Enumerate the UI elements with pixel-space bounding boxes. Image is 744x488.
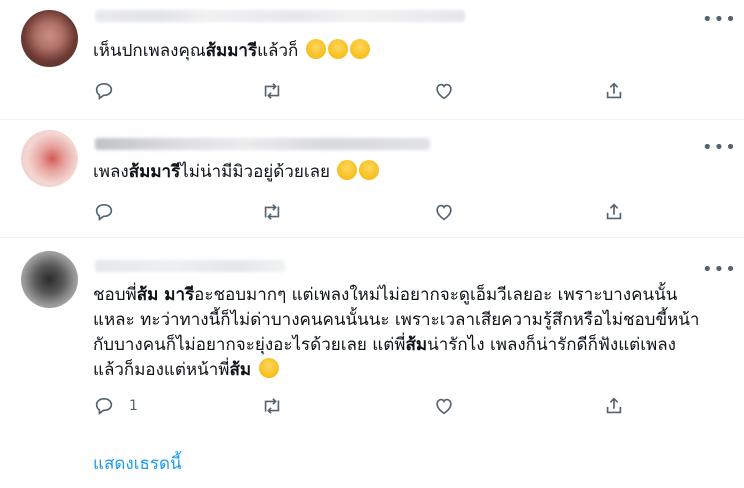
tweet-text-line: แล้วก็มองแต่หน้าพี่ส้ม	[93, 358, 733, 383]
heart-icon	[436, 398, 452, 415]
tweet-text: ชอบพี่ส้ม มารีอะชอบมากๆ แต่เพลงใหม่ไม่อย…	[93, 283, 733, 383]
share-icon	[606, 397, 622, 414]
show-thread-link[interactable]: แสดงเธรดนี้	[93, 450, 182, 477]
more-options-icon[interactable]: •••	[702, 261, 736, 284]
retweet-button[interactable]	[261, 394, 297, 418]
tweet-text-line: แหละ ทะว่าทางนี้ก็ไม่ด่าบางคนคนนั้นนะ เพ…	[93, 310, 700, 330]
avatar[interactable]	[21, 251, 78, 308]
tweet-actions: 1	[93, 394, 633, 418]
share-icon	[606, 203, 622, 220]
reply-button[interactable]: 1	[93, 394, 138, 418]
reply-count: 1	[129, 398, 138, 414]
display-name[interactable]	[95, 10, 465, 22]
tweet-1[interactable]: ••• เห็นปกเพลงคุณส้มมารีแล้วก็	[0, 0, 744, 118]
crying-face-emoji	[349, 39, 370, 59]
share-button[interactable]	[603, 79, 625, 103]
avatar[interactable]	[21, 10, 78, 67]
display-name[interactable]	[95, 260, 285, 272]
unamused-face-emoji	[337, 160, 358, 180]
drooling-face-emoji	[258, 358, 279, 378]
avatar[interactable]	[21, 130, 78, 187]
more-options-icon[interactable]: •••	[702, 139, 736, 162]
heart-icon	[436, 204, 452, 221]
reply-icon	[95, 204, 113, 221]
share-button[interactable]	[603, 200, 625, 224]
unamused-face-emoji	[359, 160, 380, 180]
share-button[interactable]	[603, 394, 625, 418]
crying-face-emoji	[327, 39, 348, 59]
tweet-actions	[93, 200, 633, 224]
display-name[interactable]	[95, 138, 430, 150]
more-options-icon[interactable]: •••	[702, 11, 736, 34]
tweet-text-line: กับบางคนก็ไม่อยากจะยุ่งอะไรด้วยเลย แต่พี…	[93, 335, 676, 355]
reply-button[interactable]	[93, 200, 129, 224]
reply-button[interactable]	[93, 79, 129, 103]
crying-face-emoji	[305, 39, 326, 59]
like-button[interactable]	[433, 394, 469, 418]
tweet-actions	[93, 79, 633, 103]
retweet-button[interactable]	[261, 79, 297, 103]
like-button[interactable]	[433, 79, 469, 103]
heart-icon	[436, 83, 452, 100]
like-button[interactable]	[433, 200, 469, 224]
reply-icon	[95, 398, 113, 415]
retweet-icon	[264, 83, 280, 99]
share-icon	[606, 82, 622, 99]
tweet-text-line: ชอบพี่ส้ม มารีอะชอบมากๆ แต่เพลงใหม่ไม่อย…	[93, 285, 678, 305]
tweet-text: เพลงส้มมารีไม่น่ามีมิวอยู่ด้วยเลย	[93, 160, 733, 185]
tweet-2[interactable]: ••• เพลงส้มมารีไม่น่ามีมิวอยู่ด้วยเลย	[0, 120, 744, 236]
retweet-icon	[264, 398, 280, 414]
retweet-icon	[264, 204, 280, 220]
tweet-text: เห็นปกเพลงคุณส้มมารีแล้วก็	[93, 39, 733, 64]
retweet-button[interactable]	[261, 200, 297, 224]
reply-icon	[95, 83, 113, 100]
